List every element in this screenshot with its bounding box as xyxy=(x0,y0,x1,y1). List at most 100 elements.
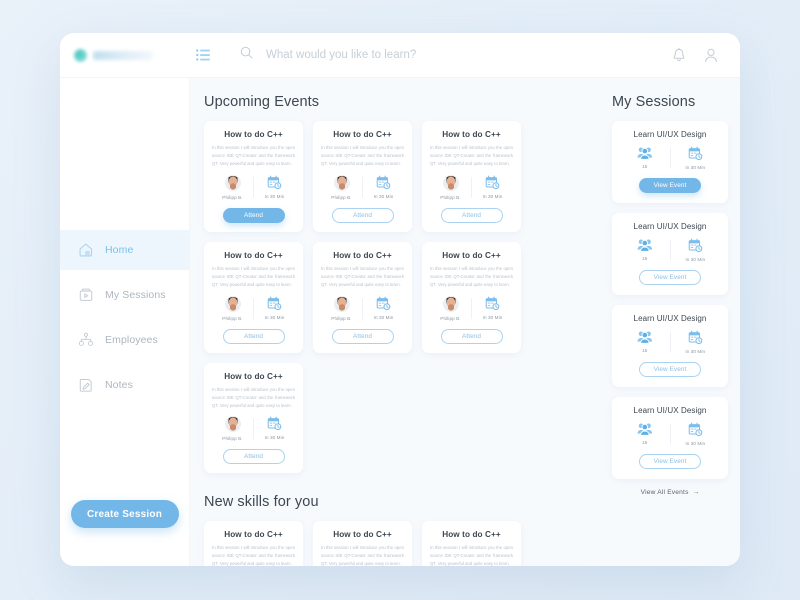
event-author-label: Philipp B. xyxy=(440,315,461,321)
event-duration: In 30 Min xyxy=(363,175,404,200)
event-author: Philipp B. xyxy=(321,174,362,200)
session-card[interactable]: Learn UI/UX Design 15 In 30 Min View Eve… xyxy=(612,397,728,479)
calendar-clock-icon xyxy=(376,175,391,189)
create-session-wrapper: Create Session xyxy=(60,500,189,566)
list-menu-icon[interactable] xyxy=(190,33,216,78)
event-duration: In 30 Min xyxy=(254,175,295,200)
event-card-description: In this session I will introduce you the… xyxy=(321,265,404,287)
event-card-description: In this session I will introduce you the… xyxy=(212,386,295,408)
session-card-meta: 15 In 30 Min xyxy=(620,330,720,354)
session-attendees: 15 xyxy=(620,330,670,354)
event-card[interactable]: How to do C++ In this session I will int… xyxy=(204,241,303,353)
session-card[interactable]: Learn UI/UX Design 15 In 30 Min View Eve… xyxy=(612,121,728,203)
calendar-clock-icon xyxy=(267,175,282,189)
event-card-meta: Philipp B. In 30 Min xyxy=(212,416,295,441)
search-bar[interactable] xyxy=(216,33,672,77)
event-card-description: In this session I will introduce you the… xyxy=(212,145,295,166)
avatar xyxy=(442,295,459,312)
view-event-button[interactable]: View Event xyxy=(639,270,701,285)
logo-icon xyxy=(74,48,87,62)
event-card[interactable]: How to do C++ In this session I will int… xyxy=(422,241,521,353)
people-group-icon xyxy=(637,239,652,252)
event-duration-label: In 30 Min xyxy=(264,314,285,320)
attend-button[interactable]: Attend xyxy=(222,449,285,465)
event-card-meta: Philipp B. In 30 Min xyxy=(212,174,295,200)
event-card-meta: Philipp B. In 30 Min xyxy=(430,174,513,200)
event-card-title: How to do C++ xyxy=(442,530,501,540)
view-all-events-link[interactable]: View All Events → xyxy=(612,489,728,496)
event-card-title: How to do C++ xyxy=(224,371,283,381)
session-card-title: Learn UI/UX Design xyxy=(633,314,707,323)
view-event-button[interactable]: View Event xyxy=(639,178,701,193)
my-sessions-panel: My Sessions Learn UI/UX Design 15 In 30 … xyxy=(604,78,740,566)
event-author-label: Philipp B. xyxy=(222,436,243,442)
attend-button[interactable]: Attend xyxy=(222,207,285,223)
brand-zone xyxy=(60,33,190,77)
event-card[interactable]: How to do C++ In this session I will int… xyxy=(422,521,521,566)
event-duration-label: In 30 Min xyxy=(373,314,394,320)
event-card[interactable]: How to do C++ In this session I will int… xyxy=(204,121,303,232)
event-card[interactable]: How to do C++ In this session I will int… xyxy=(422,121,521,232)
view-event-button[interactable]: View Event xyxy=(639,362,701,377)
attend-button[interactable]: Attend xyxy=(331,328,394,344)
attend-button[interactable]: Attend xyxy=(222,328,285,344)
event-author: Philipp B. xyxy=(321,295,362,321)
upcoming-events-grid: How to do C++ In this session I will int… xyxy=(204,121,594,474)
event-card-description: In this session I will introduce you the… xyxy=(321,545,404,566)
event-card[interactable]: How to do C++ In this session I will int… xyxy=(313,241,412,353)
session-attendees-count: 15 xyxy=(642,440,648,445)
avatar xyxy=(224,174,241,191)
session-card[interactable]: Learn UI/UX Design 15 In 30 Min View Eve… xyxy=(612,213,728,295)
event-card[interactable]: How to do C++ In this session I will int… xyxy=(204,362,303,474)
event-card-description: In this session I will introduce you the… xyxy=(430,145,513,166)
session-attendees: 15 xyxy=(620,422,670,446)
event-author: Philipp B. xyxy=(430,174,471,200)
session-duration: In 30 Min xyxy=(671,238,721,262)
event-card-meta: Philipp B. In 30 Min xyxy=(430,295,513,321)
sidebar-item-label: My Sessions xyxy=(105,289,166,301)
avatar xyxy=(442,174,459,191)
attend-button[interactable]: Attend xyxy=(331,207,394,223)
event-author-label: Philipp B. xyxy=(331,315,352,321)
avatar xyxy=(224,416,241,433)
session-card-meta: 15 In 30 Min xyxy=(620,146,720,170)
sidebar-item-home[interactable]: Home xyxy=(60,230,189,270)
view-event-button[interactable]: View Event xyxy=(639,454,701,469)
new-skills-grid: How to do C++ In this session I will int… xyxy=(204,521,594,566)
session-duration-label: In 30 Min xyxy=(685,441,706,446)
attend-button[interactable]: Attend xyxy=(440,328,503,344)
search-input[interactable] xyxy=(266,49,646,61)
session-card[interactable]: Learn UI/UX Design 15 In 30 Min View Eve… xyxy=(612,305,728,387)
people-group-icon xyxy=(637,423,652,436)
page-title: Upcoming Events xyxy=(204,94,320,110)
sidebar-item-notes[interactable]: Notes xyxy=(60,365,189,405)
avatar xyxy=(333,295,350,312)
event-duration-label: In 30 Min xyxy=(482,314,503,320)
main-column: Upcoming Events How to do C++ In this se… xyxy=(190,78,604,566)
sidebar-item-label: Employees xyxy=(105,334,158,346)
sidebar-item-employees[interactable]: Employees xyxy=(60,320,189,360)
user-avatar-icon[interactable] xyxy=(704,48,718,63)
attend-button[interactable]: Attend xyxy=(440,207,503,223)
topbar-actions xyxy=(672,47,740,63)
event-duration-label: In 30 Min xyxy=(482,193,503,199)
video-sessions-icon xyxy=(77,287,94,304)
event-card[interactable]: How to do C++ In this session I will int… xyxy=(313,521,412,566)
event-author-label: Philipp B. xyxy=(331,194,352,200)
event-duration: In 30 Min xyxy=(472,296,513,321)
avatar xyxy=(333,174,350,191)
session-duration-label: In 30 Min xyxy=(685,257,706,262)
bell-icon[interactable] xyxy=(672,47,686,63)
session-duration-label: In 30 Min xyxy=(685,349,706,354)
event-author: Philipp B. xyxy=(212,416,253,441)
event-author: Philipp B. xyxy=(212,174,253,200)
sidebar-item-my-sessions[interactable]: My Sessions xyxy=(60,275,189,315)
people-group-icon xyxy=(637,331,652,344)
event-author-label: Philipp B. xyxy=(440,194,461,200)
event-card[interactable]: How to do C++ In this session I will int… xyxy=(204,521,303,566)
my-sessions-list: Learn UI/UX Design 15 In 30 Min View Eve… xyxy=(612,121,728,479)
event-card-title: How to do C++ xyxy=(442,250,501,260)
sidebar-item-label: Home xyxy=(105,244,134,256)
create-session-button[interactable]: Create Session xyxy=(70,500,179,528)
event-card[interactable]: How to do C++ In this session I will int… xyxy=(313,121,412,232)
